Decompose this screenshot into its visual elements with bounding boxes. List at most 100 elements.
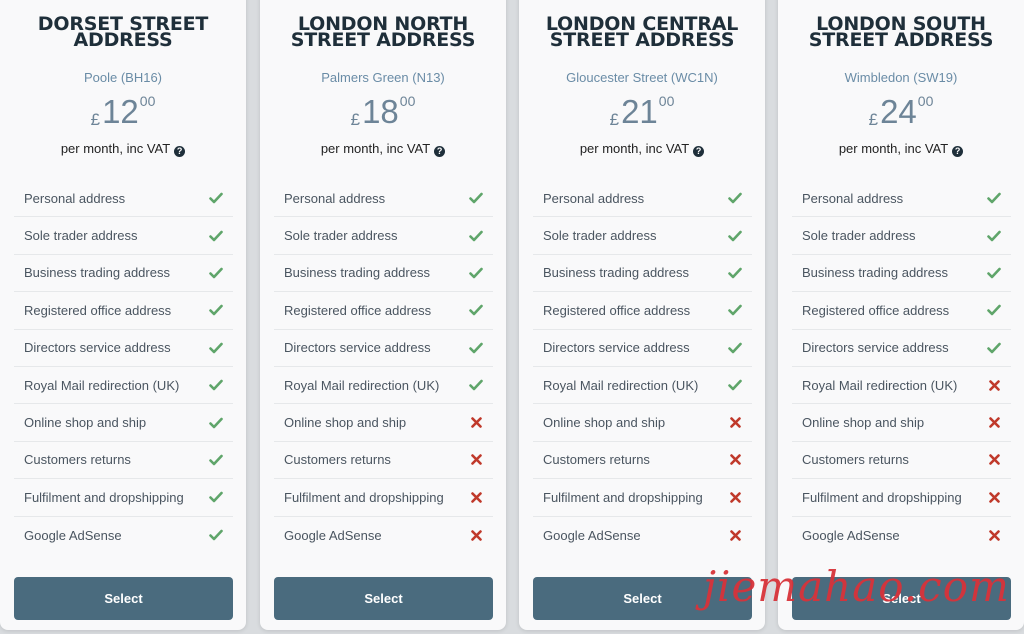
check-icon [209, 378, 223, 392]
check-icon [728, 266, 742, 280]
price-currency: £ [90, 110, 101, 129]
select-button[interactable]: Select [533, 577, 752, 620]
feature-row: Personal address [14, 180, 233, 218]
check-icon [209, 453, 223, 467]
price-period: per month, inc VAT? [778, 141, 1024, 157]
check-icon [209, 303, 223, 317]
plan-location: Gloucester Street (WC1N) [566, 70, 718, 85]
feature-label: Sole trader address [802, 228, 916, 244]
cross-icon [987, 453, 1001, 467]
price-period-label: per month, inc VAT [320, 141, 431, 156]
feature-row: Directors service address [14, 330, 233, 367]
feature-label: Directors service address [802, 340, 949, 356]
cross-icon [469, 416, 483, 430]
feature-row: Royal Mail redirection (UK) [792, 367, 1011, 405]
cross-icon [728, 528, 742, 542]
cross-icon [728, 416, 742, 430]
feature-row: Business trading address [14, 255, 233, 293]
check-icon [209, 490, 223, 504]
plan-title: DORSET STREET ADDRESS [0, 15, 246, 51]
check-icon [728, 191, 742, 205]
select-button[interactable]: Select [14, 577, 233, 620]
feature-row: Online shop and ship [533, 404, 752, 442]
feature-label: Registered office address [802, 302, 950, 318]
feature-row: Royal Mail redirection (UK) [274, 367, 493, 405]
check-icon [209, 341, 223, 355]
plan-location: Wimbledon (SW19) [844, 70, 958, 85]
feature-label: Online shop and ship [543, 415, 666, 431]
check-icon [469, 378, 483, 392]
price-period-label: per month, inc VAT [838, 141, 949, 156]
feature-row: Registered office address [533, 292, 752, 330]
plan-price: £2400 [778, 94, 1024, 128]
price-currency: £ [350, 110, 361, 129]
feature-label: Customers returns [543, 452, 650, 468]
check-icon [469, 303, 483, 317]
plan-location: Palmers Green (N13) [321, 70, 445, 85]
select-button[interactable]: Select [274, 577, 493, 620]
check-icon [987, 191, 1001, 205]
feature-list: Personal address Sole trader address Busin… [274, 180, 493, 554]
feature-label: Fulfilment and dropshipping [543, 489, 703, 505]
price-pence: 00 [139, 93, 156, 109]
plan-title: LONDON SOUTH STREET ADDRESS [778, 15, 1024, 50]
feature-row: Registered office address [792, 292, 1011, 330]
feature-row: Sole trader address [274, 217, 493, 255]
price-amount: 24 [880, 93, 917, 130]
feature-label: Directors service address [284, 340, 431, 356]
feature-label: Royal Mail redirection (UK) [24, 377, 180, 393]
feature-row: Online shop and ship [792, 404, 1011, 442]
plan-title-line2: STREET ADDRESS [290, 29, 476, 51]
feature-list: Personal address Sole trader address Busin… [14, 180, 233, 554]
help-icon[interactable]: ? [952, 146, 964, 157]
price-period: per month, inc VAT? [519, 141, 765, 157]
feature-label: Personal address [284, 190, 386, 206]
feature-row: Directors service address [274, 330, 493, 367]
feature-label: Google AdSense [24, 527, 122, 543]
feature-row: Fulfilment and dropshipping [14, 479, 233, 517]
plan-card-london-north: LONDON NORTH STREET ADDRESS Palmers Gree… [260, 0, 506, 630]
feature-label: Royal Mail redirection (UK) [543, 377, 699, 393]
price-amount: 12 [102, 93, 139, 130]
pricing-cards: DORSET STREET ADDRESS Poole (BH16) £1200… [0, 0, 1024, 634]
feature-row: Online shop and ship [14, 404, 233, 442]
feature-label: Business trading address [284, 265, 430, 281]
cross-icon [469, 453, 483, 467]
check-icon [728, 303, 742, 317]
price-pence: 00 [917, 93, 934, 109]
price-period-label: per month, inc VAT [579, 141, 690, 156]
feature-row: Google AdSense [533, 517, 752, 554]
feature-row: Customers returns [274, 442, 493, 480]
feature-row: Fulfilment and dropshipping [792, 479, 1011, 517]
check-icon [987, 303, 1001, 317]
check-icon [987, 341, 1001, 355]
feature-label: Customers returns [24, 452, 131, 468]
feature-label: Online shop and ship [284, 415, 407, 431]
feature-label: Fulfilment and dropshipping [802, 489, 962, 505]
help-icon[interactable]: ? [693, 146, 705, 157]
feature-label: Google AdSense [802, 527, 900, 543]
feature-label: Business trading address [24, 265, 170, 281]
feature-row: Sole trader address [14, 217, 233, 255]
feature-label: Sole trader address [24, 228, 138, 244]
feature-label: Google AdSense [543, 527, 641, 543]
feature-row: Online shop and ship [274, 404, 493, 442]
feature-row: Business trading address [274, 255, 493, 293]
feature-row: Registered office address [14, 292, 233, 330]
price-amount: 18 [362, 93, 399, 130]
feature-row: Google AdSense [274, 517, 493, 554]
price-period: per month, inc VAT? [0, 141, 246, 157]
check-icon [469, 341, 483, 355]
plan-title: LONDON CENTRAL STREET ADDRESS [519, 15, 765, 50]
check-icon [209, 416, 223, 430]
help-icon[interactable]: ? [434, 146, 446, 157]
feature-label: Personal address [24, 190, 126, 206]
check-icon [209, 191, 223, 205]
select-button[interactable]: Select [792, 577, 1011, 620]
cross-icon [469, 528, 483, 542]
feature-label: Business trading address [543, 265, 689, 281]
cross-icon [987, 528, 1001, 542]
cross-icon [987, 490, 1001, 504]
help-icon[interactable]: ? [174, 146, 186, 157]
plan-title-line2: ADDRESS [73, 29, 173, 51]
